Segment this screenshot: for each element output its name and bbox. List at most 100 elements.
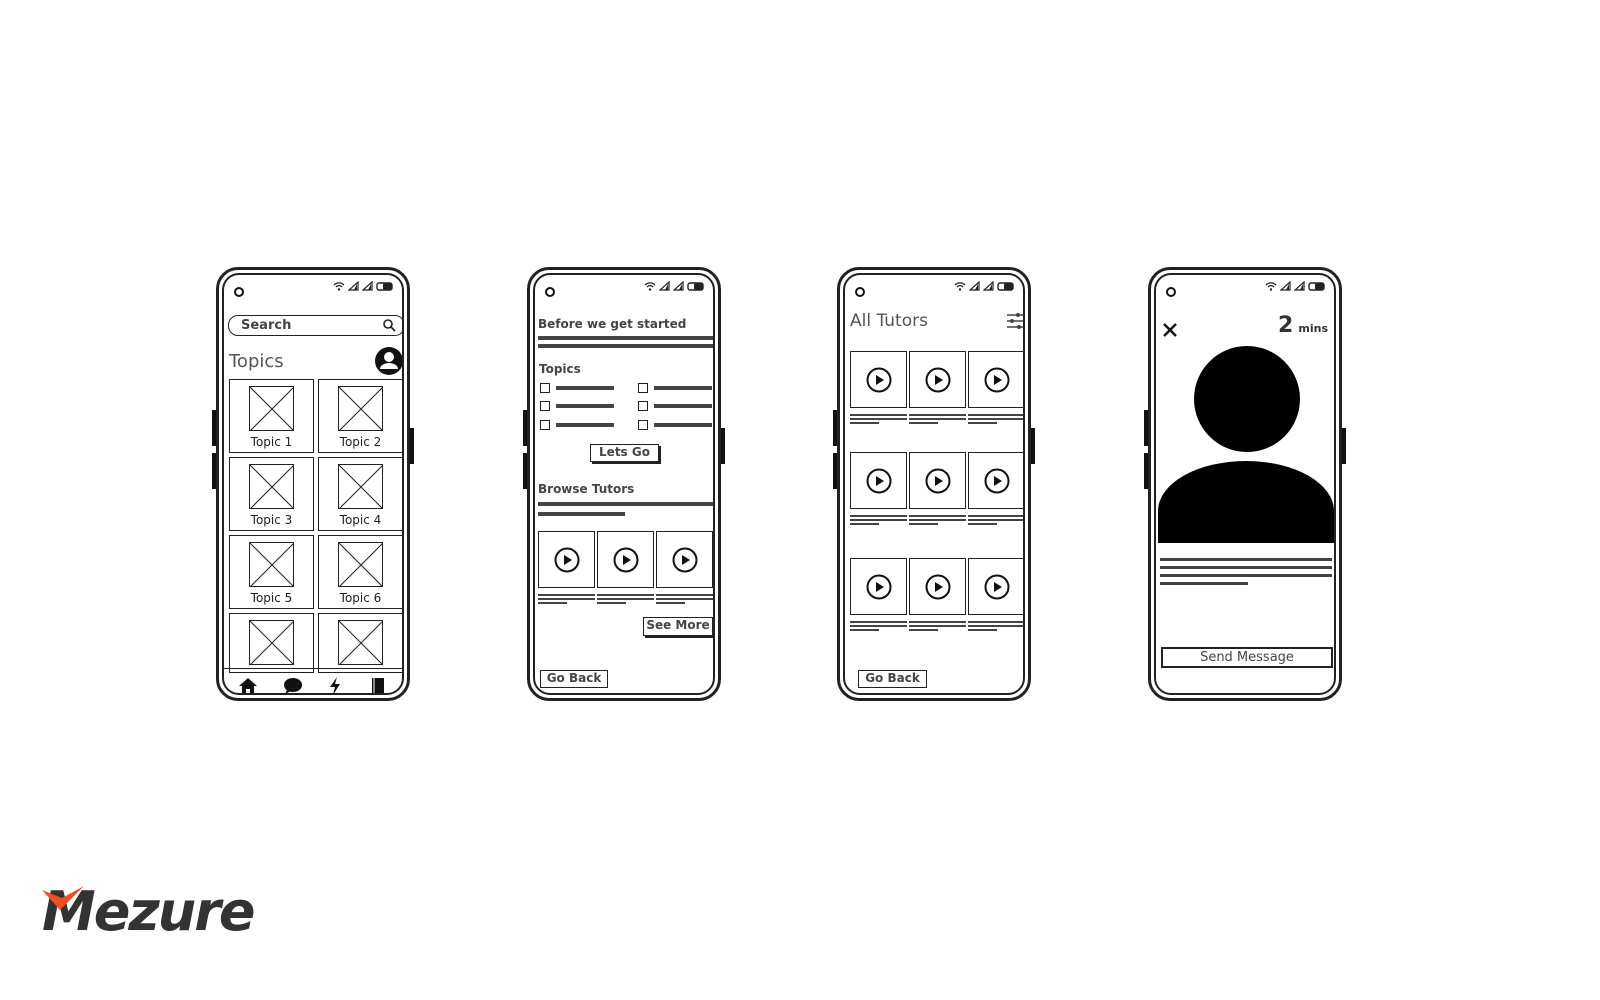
tutor-video-tile[interactable] (850, 351, 907, 408)
image-placeholder-icon (249, 542, 294, 587)
text-placeholder (556, 404, 614, 408)
status-bar (1265, 281, 1326, 291)
play-icon (613, 547, 638, 572)
topic-tile[interactable] (229, 613, 314, 673)
play-icon (672, 547, 697, 572)
browse-tutors-label: Browse Tutors (538, 482, 635, 496)
text-placeholder (597, 602, 626, 604)
play-icon (925, 574, 950, 599)
phone-onboarding-screen: Before we get started Topics Lets Go Bro… (523, 267, 725, 701)
text-placeholder (538, 602, 567, 604)
signal-icon (1294, 281, 1305, 291)
text-placeholder (538, 336, 713, 340)
lets-go-button[interactable]: Lets Go (590, 444, 659, 462)
volume-button (212, 453, 216, 489)
text-placeholder (909, 519, 966, 521)
topic-checkbox[interactable] (540, 383, 550, 393)
profile-body-silhouette (1158, 461, 1334, 543)
status-bar (644, 281, 705, 291)
topic-tile[interactable] (318, 613, 402, 673)
tutor-video-tile[interactable] (968, 351, 1023, 408)
text-placeholder (968, 625, 1023, 627)
tutor-video-tile[interactable] (597, 531, 654, 588)
signal-icon (983, 281, 994, 291)
filter-icon[interactable] (1006, 312, 1024, 330)
tutor-video-tile[interactable] (909, 452, 966, 509)
battery-icon (687, 281, 704, 291)
topic-checkbox[interactable] (540, 420, 550, 430)
topic-tile[interactable]: Topic 1 (229, 379, 314, 453)
power-button (410, 428, 414, 464)
topic-checkbox[interactable] (638, 420, 648, 430)
timer: 2 mins (1278, 313, 1328, 338)
signal-icon (1280, 281, 1291, 291)
tutor-video-tile[interactable] (656, 531, 713, 588)
phone-topics-screen: Search Topics Topic 1 Topic 2 Topic 3 To… (212, 267, 414, 701)
bottom-nav (224, 668, 402, 695)
power-button (1342, 428, 1346, 464)
go-back-button[interactable]: Go Back (858, 670, 927, 688)
tutor-video-tile[interactable] (909, 558, 966, 615)
signal-icon (673, 281, 684, 291)
text-placeholder (968, 418, 1023, 420)
send-message-button[interactable]: Send Message (1161, 647, 1333, 668)
text-placeholder (909, 523, 938, 525)
text-placeholder (968, 523, 997, 525)
play-icon (554, 547, 579, 572)
search-icon (383, 319, 396, 332)
chat-icon[interactable] (283, 677, 303, 695)
text-placeholder (968, 414, 1023, 416)
wifi-icon (954, 282, 966, 291)
wifi-icon (644, 282, 656, 291)
battery-icon (376, 281, 393, 291)
see-more-button[interactable]: See More (643, 617, 713, 636)
mezure-logo: Mezure (42, 880, 256, 943)
tutor-video-tile[interactable] (968, 558, 1023, 615)
volume-button (1144, 453, 1148, 489)
home-icon[interactable] (238, 677, 258, 695)
text-placeholder (597, 598, 654, 600)
go-back-button[interactable]: Go Back (540, 670, 608, 688)
tutor-video-tile[interactable] (909, 351, 966, 408)
status-bar (333, 281, 394, 291)
topic-tile[interactable]: Topic 3 (229, 457, 314, 531)
text-placeholder (1160, 574, 1332, 577)
text-placeholder (538, 502, 713, 506)
battery-icon (997, 281, 1014, 291)
topic-tile[interactable]: Topic 2 (318, 379, 402, 453)
heading: Before we get started (538, 317, 687, 331)
topic-checkbox[interactable] (638, 383, 648, 393)
tutor-video-tile[interactable] (538, 531, 595, 588)
power-button (721, 428, 725, 464)
play-icon (984, 367, 1009, 392)
image-placeholder-icon (338, 620, 383, 665)
tutor-video-tile[interactable] (850, 452, 907, 509)
topic-tile[interactable]: Topic 4 (318, 457, 402, 531)
text-placeholder (1160, 558, 1332, 561)
text-placeholder (968, 621, 1023, 623)
topic-tile[interactable]: Topic 5 (229, 535, 314, 609)
topic-checkbox[interactable] (638, 401, 648, 411)
timer-unit: mins (1298, 322, 1328, 335)
volume-button (1144, 410, 1148, 446)
close-icon[interactable] (1162, 322, 1178, 338)
tutor-video-tile[interactable] (850, 558, 907, 615)
signal-icon (362, 281, 373, 291)
topic-checkbox[interactable] (540, 401, 550, 411)
text-placeholder (909, 422, 938, 424)
status-bar (954, 281, 1015, 291)
avatar-icon[interactable] (375, 347, 403, 375)
lightning-icon[interactable] (328, 676, 342, 695)
volume-button (523, 453, 527, 489)
topic-tile[interactable]: Topic 6 (318, 535, 402, 609)
wifi-icon (1265, 282, 1277, 291)
book-icon[interactable] (370, 677, 386, 694)
search-input[interactable]: Search (228, 315, 402, 336)
image-placeholder-icon (338, 386, 383, 431)
phone-all-tutors-screen: All Tutors Go Back (833, 267, 1035, 701)
topic-label: Topic 6 (339, 591, 382, 605)
play-icon (866, 574, 891, 599)
camera-icon (855, 287, 865, 297)
page-title: Topics (229, 351, 284, 372)
tutor-video-tile[interactable] (968, 452, 1023, 509)
